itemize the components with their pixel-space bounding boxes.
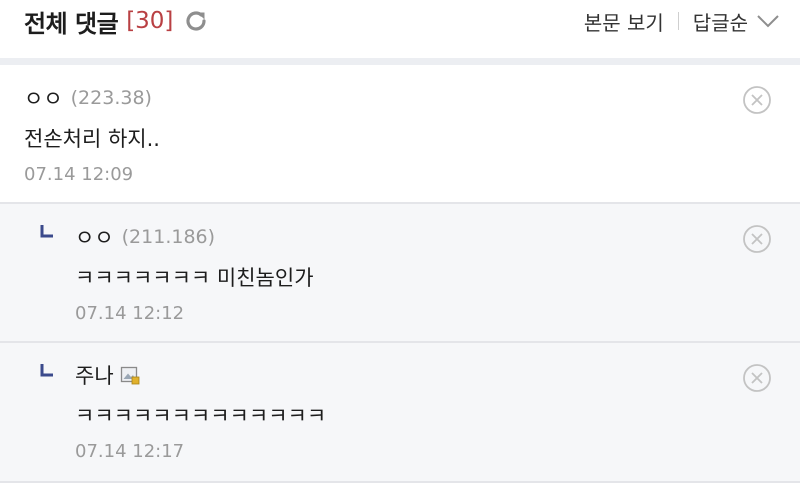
chevron-down-icon[interactable]: [756, 13, 780, 29]
header-separator: [0, 58, 800, 65]
header-divider: [677, 12, 679, 30]
reply-author-line: 주나: [75, 360, 140, 390]
comment-count: [30]: [126, 8, 174, 34]
comment-author[interactable]: ㅇㅇ: [24, 83, 63, 113]
close-circle-icon[interactable]: [742, 363, 772, 393]
header-actions: 본문 보기 답글순: [584, 4, 780, 38]
comment-ip: (223.38): [70, 87, 152, 109]
view-post-button[interactable]: 본문 보기: [584, 7, 664, 36]
page-title: 전체 댓글: [24, 9, 119, 38]
reply-date: 07.14 12:12: [75, 303, 185, 324]
reply-item: ㅇㅇ (211.186) ㅋㅋㅋㅋㅋㅋㅋ 미친놈인가 07.14 12:12: [0, 202, 800, 341]
comment-item: ㅇㅇ (223.38) 전손처리 하지.. 07.14 12:09: [0, 65, 800, 202]
sort-select[interactable]: 답글순: [693, 7, 748, 36]
reply-ip: (211.186): [121, 226, 216, 248]
reply-arrow-icon: [40, 364, 53, 377]
comment-text: 전손처리 하지..: [24, 127, 160, 151]
close-circle-icon[interactable]: [742, 224, 772, 254]
reply-date: 07.14 12:17: [75, 441, 185, 462]
reply-author[interactable]: 주나: [75, 360, 114, 390]
reply-text: ㅋㅋㅋㅋㅋㅋㅋㅋㅋㅋㅋㅋㅋ: [75, 404, 327, 428]
comment-author-line: ㅇㅇ (223.38): [24, 83, 152, 113]
header-title-group: 전체 댓글 [30]: [24, 4, 209, 38]
comments-header: 전체 댓글 [30] 본문 보기 답글순: [0, 0, 800, 58]
image-icon: [120, 366, 140, 385]
list-bottom-divider: [0, 481, 800, 491]
reply-arrow-icon: [40, 225, 53, 238]
reply-item: 주나 ㅋㅋㅋㅋㅋㅋㅋㅋㅋㅋㅋㅋㅋ 07.14 12:17: [0, 341, 800, 481]
refresh-icon[interactable]: [183, 8, 209, 34]
close-circle-icon[interactable]: [742, 85, 772, 115]
comment-date: 07.14 12:09: [24, 164, 134, 185]
reply-text: ㅋㅋㅋㅋㅋㅋㅋ 미친놈인가: [75, 266, 314, 290]
reply-author-line: ㅇㅇ (211.186): [75, 222, 215, 252]
reply-author[interactable]: ㅇㅇ: [75, 222, 114, 252]
